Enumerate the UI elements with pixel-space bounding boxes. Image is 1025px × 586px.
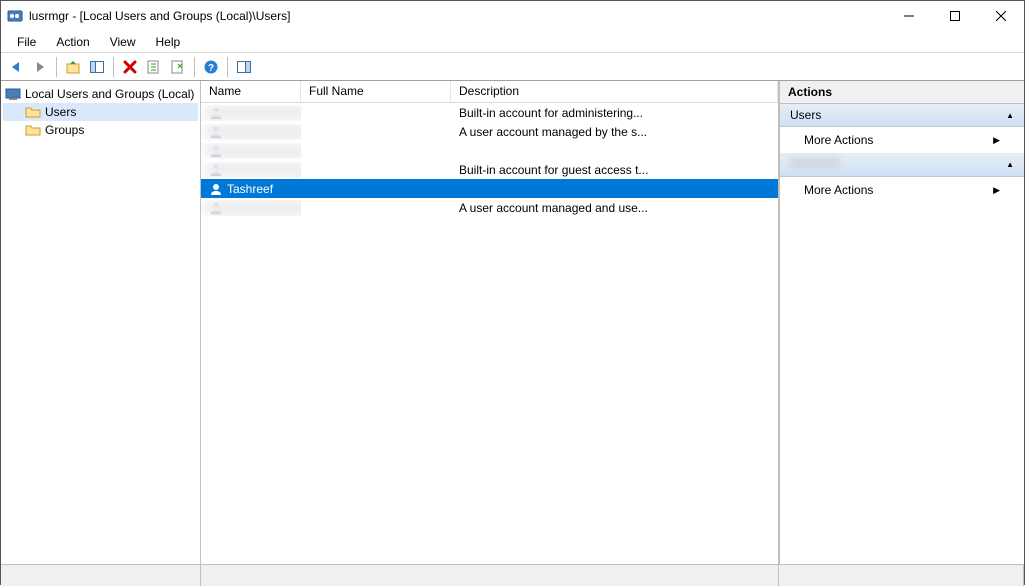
minimize-button[interactable]: [886, 1, 932, 31]
help-button[interactable]: ?: [200, 56, 222, 78]
statusbar-segment: [779, 565, 1024, 586]
cell-description: A user account managed by the s...: [451, 124, 778, 140]
cell-full-name: [301, 131, 451, 133]
cell-full-name: [301, 188, 451, 190]
list-body: Built-in account for administering... A u…: [201, 103, 778, 564]
toolbar-separator: [227, 57, 228, 77]
tree-pane: Local Users and Groups (Local) Users Gro…: [1, 81, 201, 564]
toolbar: ?: [1, 53, 1024, 81]
toolbar-separator: [113, 57, 114, 77]
close-button[interactable]: [978, 1, 1024, 31]
svg-text:?: ?: [208, 63, 214, 74]
column-full-name[interactable]: Full Name: [301, 81, 451, 102]
cell-name: [201, 143, 301, 159]
list-pane: Name Full Name Description Built-in acco…: [201, 81, 779, 564]
menu-view[interactable]: View: [100, 33, 146, 51]
actions-group-users-label: Users: [790, 108, 821, 122]
tree-groups-label: Groups: [45, 123, 84, 137]
table-row[interactable]: A user account managed and use...: [201, 198, 778, 217]
refresh-button[interactable]: [143, 56, 165, 78]
actions-more-users[interactable]: More Actions ▶: [780, 127, 1024, 153]
up-button[interactable]: [62, 56, 84, 78]
user-icon: [209, 182, 223, 196]
show-hide-tree-button[interactable]: [86, 56, 108, 78]
statusbar: [1, 564, 1024, 586]
actions-more-label: More Actions: [804, 133, 873, 147]
list-header: Name Full Name Description: [201, 81, 778, 103]
toolbar-separator: [56, 57, 57, 77]
table-row[interactable]: Built-in account for administering...: [201, 103, 778, 122]
actions-more-label: More Actions: [804, 183, 873, 197]
window-title: lusrmgr - [Local Users and Groups (Local…: [29, 9, 290, 23]
cell-name: Tashreef: [201, 181, 301, 197]
cell-description: Built-in account for guest access t...: [451, 162, 778, 178]
main-area: Local Users and Groups (Local) Users Gro…: [1, 81, 1024, 564]
tree-root[interactable]: Local Users and Groups (Local): [3, 85, 198, 103]
folder-icon: [25, 122, 41, 138]
actions-group-selected-label: [790, 157, 840, 172]
collapse-icon: ▲: [1006, 160, 1014, 169]
cell-full-name: [301, 150, 451, 152]
tree-root-label: Local Users and Groups (Local): [25, 87, 194, 101]
statusbar-segment: [201, 565, 779, 586]
back-button[interactable]: [5, 56, 27, 78]
actions-group-users[interactable]: Users ▲: [780, 104, 1024, 127]
tree-item-users[interactable]: Users: [3, 103, 198, 121]
actions-more-selected[interactable]: More Actions ▶: [780, 177, 1024, 203]
app-icon: [7, 8, 23, 24]
cell-name-text: Tashreef: [227, 182, 273, 196]
window-controls: [886, 1, 1024, 31]
titlebar: lusrmgr - [Local Users and Groups (Local…: [1, 1, 1024, 31]
cell-full-name: [301, 112, 451, 114]
menu-help[interactable]: Help: [146, 33, 191, 51]
cell-name: [201, 124, 301, 140]
cell-name: [201, 200, 301, 216]
column-description[interactable]: Description: [451, 81, 778, 102]
cell-full-name: [301, 207, 451, 209]
cell-description: A user account managed and use...: [451, 200, 778, 216]
actions-header: Actions: [780, 81, 1024, 104]
maximize-button[interactable]: [932, 1, 978, 31]
cell-name: [201, 162, 301, 178]
cell-description: [451, 150, 778, 152]
tree-item-groups[interactable]: Groups: [3, 121, 198, 139]
table-row[interactable]: [201, 141, 778, 160]
actions-pane: Actions Users ▲ More Actions ▶ ▲ More Ac…: [779, 81, 1024, 564]
chevron-right-icon: ▶: [993, 135, 1000, 146]
chevron-right-icon: ▶: [993, 185, 1000, 196]
menu-file[interactable]: File: [7, 33, 46, 51]
tree-users-label: Users: [45, 105, 76, 119]
folder-icon: [25, 104, 41, 120]
forward-button[interactable]: [29, 56, 51, 78]
menu-action[interactable]: Action: [46, 33, 99, 51]
collapse-icon: ▲: [1006, 111, 1014, 120]
table-row[interactable]: Built-in account for guest access t...: [201, 160, 778, 179]
cell-description: [451, 188, 778, 190]
computer-icon: [5, 86, 21, 102]
statusbar-segment: [1, 565, 201, 586]
cell-full-name: [301, 169, 451, 171]
delete-button[interactable]: [119, 56, 141, 78]
export-list-button[interactable]: [167, 56, 189, 78]
table-row[interactable]: Tashreef: [201, 179, 778, 198]
menubar: File Action View Help: [1, 31, 1024, 53]
toolbar-separator: [194, 57, 195, 77]
actions-group-selected[interactable]: ▲: [780, 153, 1024, 177]
cell-name: [201, 105, 301, 121]
cell-description: Built-in account for administering...: [451, 105, 778, 121]
table-row[interactable]: A user account managed by the s...: [201, 122, 778, 141]
column-name[interactable]: Name: [201, 81, 301, 102]
show-hide-action-pane-button[interactable]: [233, 56, 255, 78]
